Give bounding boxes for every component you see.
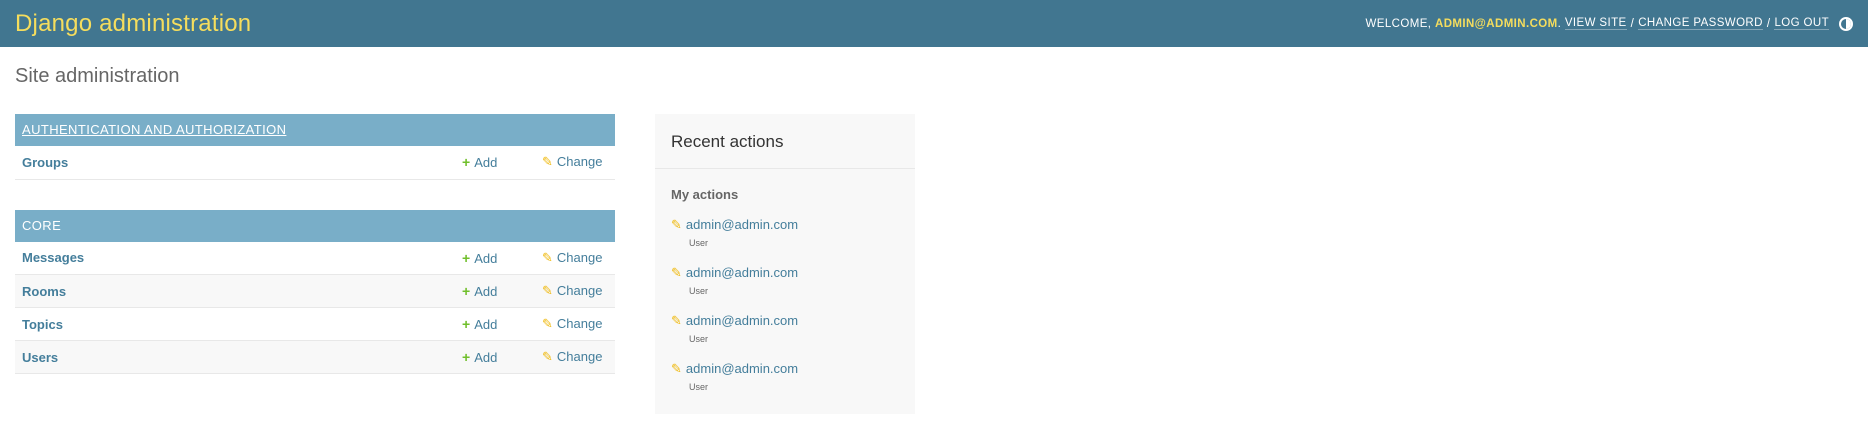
- change-button[interactable]: ✎ Change: [542, 250, 602, 265]
- recent-actions-title: Recent actions: [655, 114, 915, 169]
- my-actions-title: My actions: [671, 187, 739, 202]
- model-link-topics[interactable]: Topics: [22, 317, 63, 332]
- site-branding[interactable]: Django administration: [15, 10, 251, 38]
- app-link-auth[interactable]: AUTHENTICATION AND AUTHORIZATION: [22, 122, 286, 137]
- change-button[interactable]: ✎ Change: [542, 283, 602, 298]
- recent-action-link[interactable]: admin@admin.com: [686, 313, 798, 328]
- model-link-messages[interactable]: Messages: [22, 250, 84, 265]
- recent-action-type: User: [689, 238, 709, 248]
- list-item: ✎ admin@admin.com User: [671, 312, 899, 344]
- table-row: Topics + Add ✎ Change: [15, 307, 615, 341]
- table-row: Users + Add ✎ Change: [15, 340, 615, 374]
- recent-action-link[interactable]: admin@admin.com: [686, 265, 798, 280]
- username: ADMIN@ADMIN.COM: [1434, 17, 1558, 30]
- username-suffix: .: [1557, 17, 1562, 30]
- recent-action-type: User: [689, 334, 709, 344]
- user-tools: WELCOME, ADMIN@ADMIN.COM. VIEW SITE / CH…: [1365, 16, 1853, 31]
- recent-action-link[interactable]: admin@admin.com: [686, 361, 798, 376]
- list-item: ✎ admin@admin.com User: [671, 360, 899, 392]
- plus-icon: +: [462, 316, 471, 332]
- separator: /: [1630, 17, 1635, 30]
- app-module-core: CORE Messages + Add ✎ Change Rooms + Add ✎ C…: [15, 209, 615, 374]
- model-link-users[interactable]: Users: [22, 350, 58, 365]
- model-link-rooms[interactable]: Rooms: [22, 284, 66, 299]
- pencil-icon: ✎: [542, 283, 553, 298]
- pencil-icon: ✎: [542, 316, 553, 331]
- recent-actions-panel: Recent actions My actions ✎ admin@admin.c…: [655, 114, 915, 414]
- list-item: ✎ admin@admin.com User: [671, 264, 899, 296]
- model-link-groups[interactable]: Groups: [22, 155, 68, 170]
- pencil-icon: ✎: [542, 349, 553, 364]
- recent-action-link[interactable]: admin@admin.com: [686, 217, 798, 232]
- add-button[interactable]: + Add: [462, 316, 497, 332]
- header: Django administration WELCOME, ADMIN@ADM…: [0, 0, 1868, 47]
- add-button[interactable]: + Add: [462, 349, 497, 365]
- plus-icon: +: [462, 349, 471, 365]
- table-row: Groups + Add ✎ Change: [15, 146, 615, 180]
- logout-link[interactable]: LOG OUT: [1774, 17, 1829, 30]
- add-button[interactable]: + Add: [462, 249, 497, 266]
- plus-icon: +: [462, 283, 471, 299]
- app-caption: CORE: [15, 209, 615, 242]
- recent-action-type: User: [689, 286, 709, 296]
- list-item: ✎ admin@admin.com User: [671, 216, 899, 248]
- recent-actions-list: ✎ admin@admin.com User ✎ admin@admin.com U…: [655, 216, 915, 392]
- app-module-auth: AUTHENTICATION AND AUTHORIZATION Groups …: [15, 114, 615, 180]
- plus-icon: +: [462, 249, 471, 266]
- app-label-core: CORE: [22, 217, 62, 233]
- pencil-icon: ✎: [542, 249, 553, 265]
- plus-icon: +: [462, 154, 471, 171]
- table-row: Rooms + Add ✎ Change: [15, 274, 615, 308]
- separator: /: [1766, 17, 1771, 30]
- page-title: Site administration: [15, 65, 180, 87]
- view-site-link[interactable]: VIEW SITE: [1564, 17, 1627, 30]
- welcome-text: WELCOME,: [1365, 17, 1432, 30]
- change-button[interactable]: ✎ Change: [542, 316, 602, 331]
- change-button[interactable]: ✎ Change: [542, 154, 602, 169]
- recent-action-type: User: [689, 382, 709, 392]
- add-button[interactable]: + Add: [462, 154, 497, 171]
- app-list: AUTHENTICATION AND AUTHORIZATION Groups …: [15, 114, 615, 404]
- change-button[interactable]: ✎ Change: [542, 349, 602, 364]
- pencil-icon: ✎: [671, 313, 682, 328]
- pencil-icon: ✎: [671, 361, 682, 376]
- table-row: Messages + Add ✎ Change: [15, 241, 615, 275]
- add-button[interactable]: + Add: [462, 283, 497, 299]
- pencil-icon: ✎: [671, 217, 682, 232]
- pencil-icon: ✎: [542, 154, 553, 170]
- pencil-icon: ✎: [671, 265, 682, 280]
- app-caption: AUTHENTICATION AND AUTHORIZATION: [15, 114, 615, 146]
- change-password-link[interactable]: CHANGE PASSWORD: [1638, 17, 1763, 30]
- theme-toggle-icon[interactable]: [1839, 16, 1853, 31]
